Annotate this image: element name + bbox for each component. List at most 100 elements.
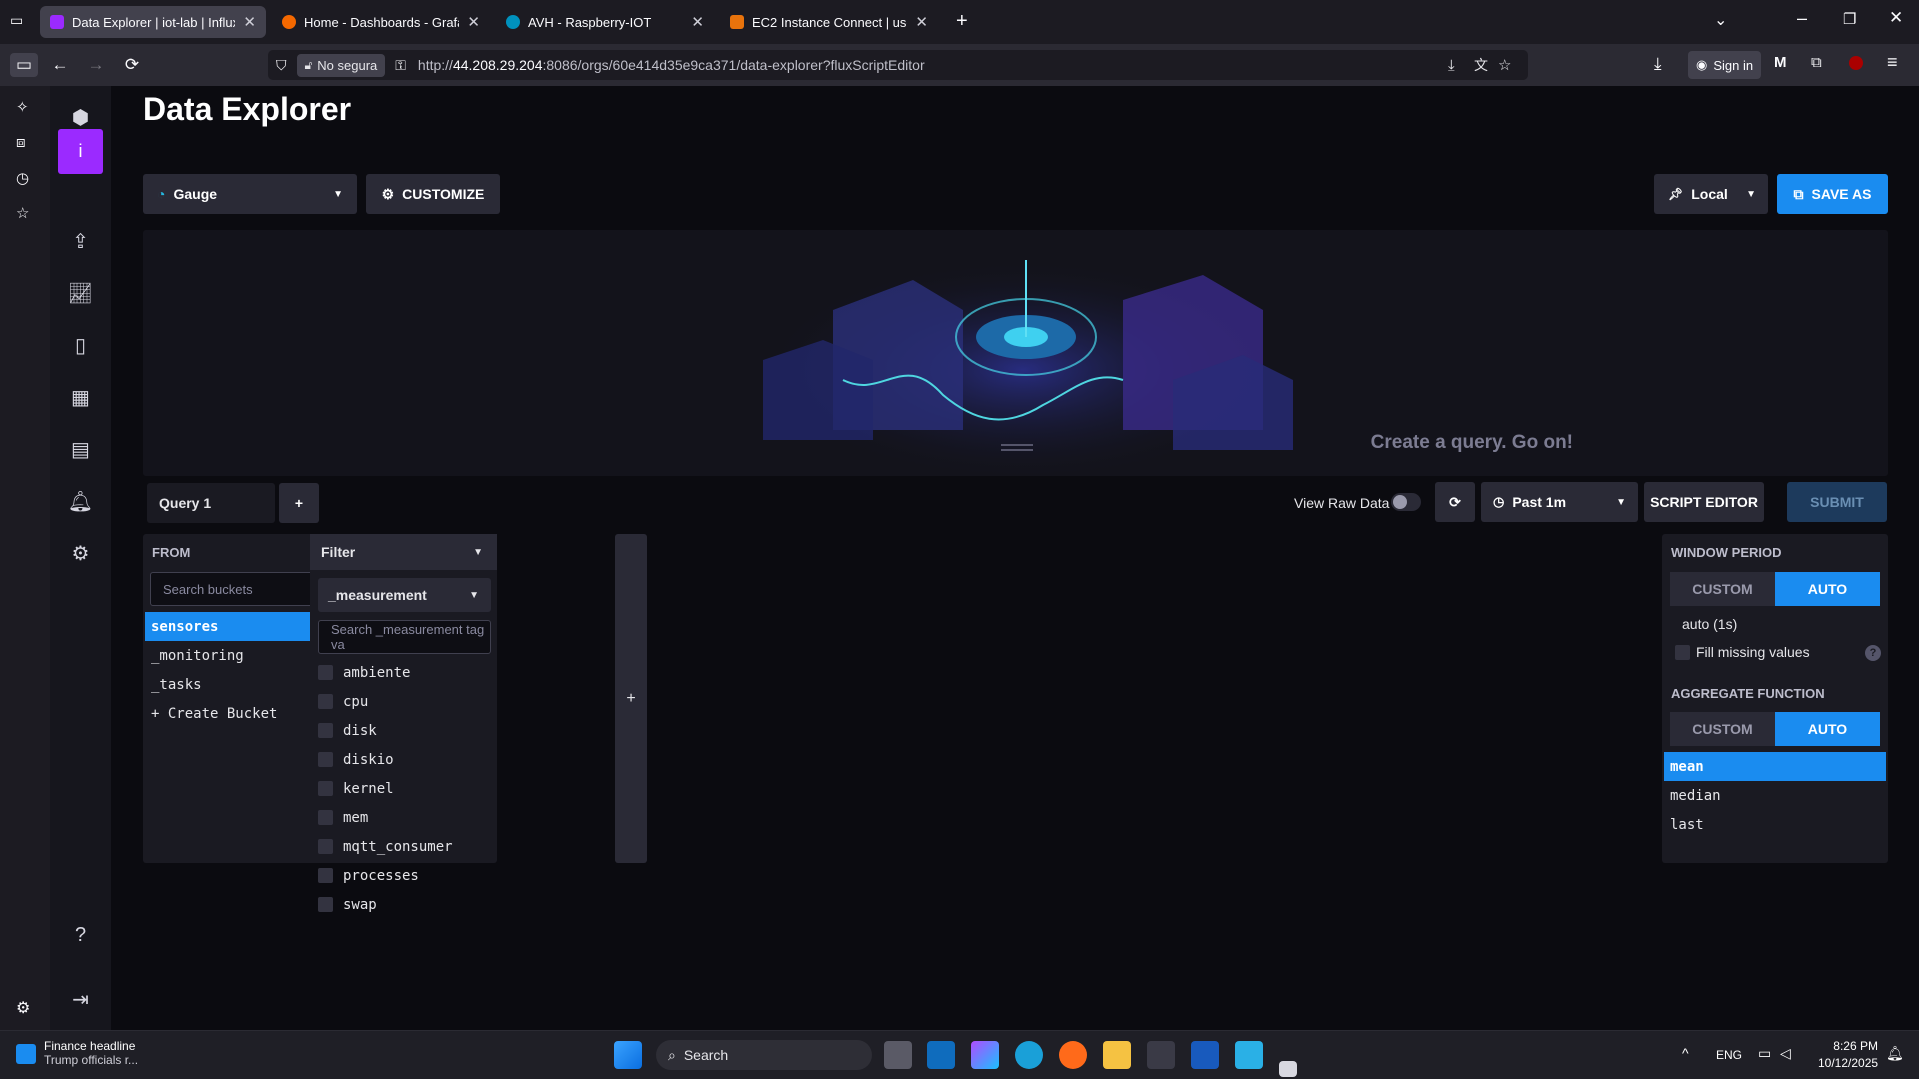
url-text[interactable]: http://44.208.29.204:8086/orgs/60e414d35…	[418, 57, 925, 73]
notepad-icon[interactable]	[1235, 1041, 1263, 1069]
tab-overflow-icon[interactable]: ⌄	[1714, 10, 1727, 30]
settings-gear-icon[interactable]: ⚙	[50, 533, 111, 573]
dashboards-icon[interactable]: ▦	[50, 377, 111, 417]
bucket-search-input[interactable]: Search buckets	[150, 572, 323, 606]
news-widget[interactable]: Finance headline Trump officials r...	[16, 1039, 138, 1067]
tag-value-item[interactable]: cpu	[310, 687, 497, 716]
add-query-button[interactable]: +	[279, 483, 319, 523]
edge-icon[interactable]	[1015, 1041, 1043, 1069]
tag-key-dropdown[interactable]: _measurement ▼	[318, 578, 491, 612]
bucket-item[interactable]: _tasks	[145, 670, 328, 699]
tag-value-item[interactable]: ambiente	[310, 658, 497, 687]
taskbar-search[interactable]: ⌕ Search	[656, 1040, 872, 1070]
minimize-button[interactable]: –	[1797, 8, 1807, 29]
load-data-icon[interactable]: ⇪	[50, 221, 111, 261]
checkbox[interactable]	[318, 723, 333, 738]
volume-icon[interactable]: ◁	[1780, 1045, 1791, 1062]
tab-avh[interactable]: AVH - Raspberry-IOT ✕	[496, 6, 714, 38]
help-icon[interactable]: ?	[50, 915, 111, 955]
forward-icon[interactable]: →	[84, 53, 108, 77]
close-tab-icon[interactable]: ✕	[691, 13, 704, 31]
translate-icon[interactable]: 文	[1474, 55, 1488, 75]
tab-grafana[interactable]: Home - Dashboards - Grafana ✕	[272, 6, 490, 38]
collapse-nav-icon[interactable]: ⇥	[50, 979, 111, 1019]
time-range-dropdown[interactable]: ◷ Past 1m ▼	[1481, 482, 1638, 522]
save-as-button[interactable]: ⧉ SAVE AS	[1777, 174, 1888, 214]
checkbox[interactable]	[318, 665, 333, 680]
customize-sidebar-icon[interactable]: ⚙	[16, 998, 30, 1018]
tag-value-search-input[interactable]: Search _measurement tag va	[318, 620, 491, 654]
ai-chatbot-icon[interactable]: ✧	[16, 98, 29, 116]
bucket-item[interactable]: sensores	[145, 612, 328, 641]
bucket-item[interactable]: _monitoring	[145, 641, 328, 670]
notifications-icon[interactable]: 🔔︎	[1886, 1045, 1904, 1062]
close-window-button[interactable]: ✕	[1889, 8, 1903, 28]
app-icon[interactable]	[1279, 1061, 1297, 1077]
word-icon[interactable]	[1191, 1041, 1219, 1069]
tray-chevron-icon[interactable]: ^	[1682, 1045, 1689, 1061]
sign-in-button[interactable]: ◉ Sign in	[1688, 51, 1762, 79]
extensions-icon[interactable]: ⧉	[1811, 54, 1822, 71]
refresh-button[interactable]: ⟳	[1435, 482, 1475, 522]
notebooks-icon[interactable]: ▯	[50, 325, 111, 365]
customize-button[interactable]: ⚙ CUSTOMIZE	[366, 174, 500, 214]
bookmarks-icon[interactable]: ☆	[16, 204, 29, 222]
function-item[interactable]: median	[1664, 781, 1886, 810]
fn-custom-button[interactable]: CUSTOM	[1670, 712, 1775, 746]
tasks-icon[interactable]: ▤	[50, 429, 111, 469]
fn-auto-button[interactable]: AUTO	[1775, 712, 1880, 746]
checkbox[interactable]	[318, 752, 333, 767]
language-indicator[interactable]: ENG	[1716, 1048, 1742, 1062]
checkbox[interactable]	[318, 897, 333, 912]
resize-handle[interactable]	[1001, 444, 1033, 446]
checkbox[interactable]	[318, 839, 333, 854]
ublock-icon[interactable]	[1849, 56, 1863, 70]
tag-value-item[interactable]: processes	[310, 861, 497, 890]
url-bar[interactable]: ⛉ 🔓︎ No segura ⚿ http://44.208.29.204:80…	[268, 50, 1528, 80]
network-icon[interactable]: ▭	[1758, 1045, 1771, 1062]
back-icon[interactable]: ←	[48, 53, 72, 77]
view-raw-toggle[interactable]	[1391, 493, 1421, 511]
security-badge[interactable]: 🔓︎ No segura	[296, 53, 386, 77]
vis-type-dropdown[interactable]: ◔ Gauge ▼	[143, 174, 357, 214]
function-item[interactable]: last	[1664, 810, 1886, 839]
extension-m-icon[interactable]: M	[1774, 54, 1787, 71]
checkbox[interactable]	[318, 694, 333, 709]
task-view-icon[interactable]	[884, 1041, 912, 1069]
window-custom-button[interactable]: CUSTOM	[1670, 572, 1775, 606]
close-tab-icon[interactable]: ✕	[467, 13, 480, 31]
menu-icon[interactable]: ≡	[1887, 52, 1898, 73]
bookmark-star-icon[interactable]: ☆	[1498, 56, 1511, 74]
tag-value-item[interactable]: swap	[310, 890, 497, 919]
org-avatar[interactable]: i	[58, 129, 103, 174]
tag-value-item[interactable]: disk	[310, 716, 497, 745]
permissions-icon[interactable]: ⚿	[395, 57, 406, 74]
tab-list-icon[interactable]: ▭	[10, 12, 30, 32]
tab-ec2[interactable]: EC2 Instance Connect | us-east-1 ✕	[720, 6, 938, 38]
copilot-icon[interactable]	[971, 1041, 999, 1069]
alerts-bell-icon[interactable]: 🔔︎	[50, 481, 111, 521]
clock[interactable]: 8:26 PM 10/12/2025	[1818, 1038, 1878, 1072]
tag-value-item[interactable]: mqtt_consumer	[310, 832, 497, 861]
close-tab-icon[interactable]: ✕	[915, 13, 928, 31]
file-explorer-icon[interactable]	[1103, 1041, 1131, 1069]
checkbox[interactable]	[318, 810, 333, 825]
history-icon[interactable]: ◷	[16, 169, 29, 187]
close-tab-icon[interactable]: ✕	[243, 13, 256, 31]
function-item[interactable]: mean	[1664, 752, 1886, 781]
add-filter-column[interactable]: +	[615, 534, 647, 863]
timezone-dropdown[interactable]: 📌︎ Local ▼	[1654, 174, 1768, 214]
filter-header-dropdown[interactable]: Filter ▼	[310, 534, 497, 570]
checkbox[interactable]	[318, 868, 333, 883]
submit-button[interactable]: SUBMIT	[1787, 482, 1887, 522]
checkbox[interactable]	[318, 781, 333, 796]
checkbox[interactable]	[1675, 644, 1690, 660]
start-windows-icon[interactable]	[614, 1041, 642, 1069]
help-question-icon[interactable]: ?	[1865, 645, 1881, 661]
outlook-icon[interactable]	[927, 1041, 955, 1069]
restore-button[interactable]: ❐	[1843, 10, 1856, 28]
query-tab[interactable]: Query 1	[147, 483, 275, 523]
tag-value-item[interactable]: kernel	[310, 774, 497, 803]
downloads-icon[interactable]: ⤓	[1654, 54, 1662, 74]
new-tab-button[interactable]: +	[956, 10, 968, 33]
